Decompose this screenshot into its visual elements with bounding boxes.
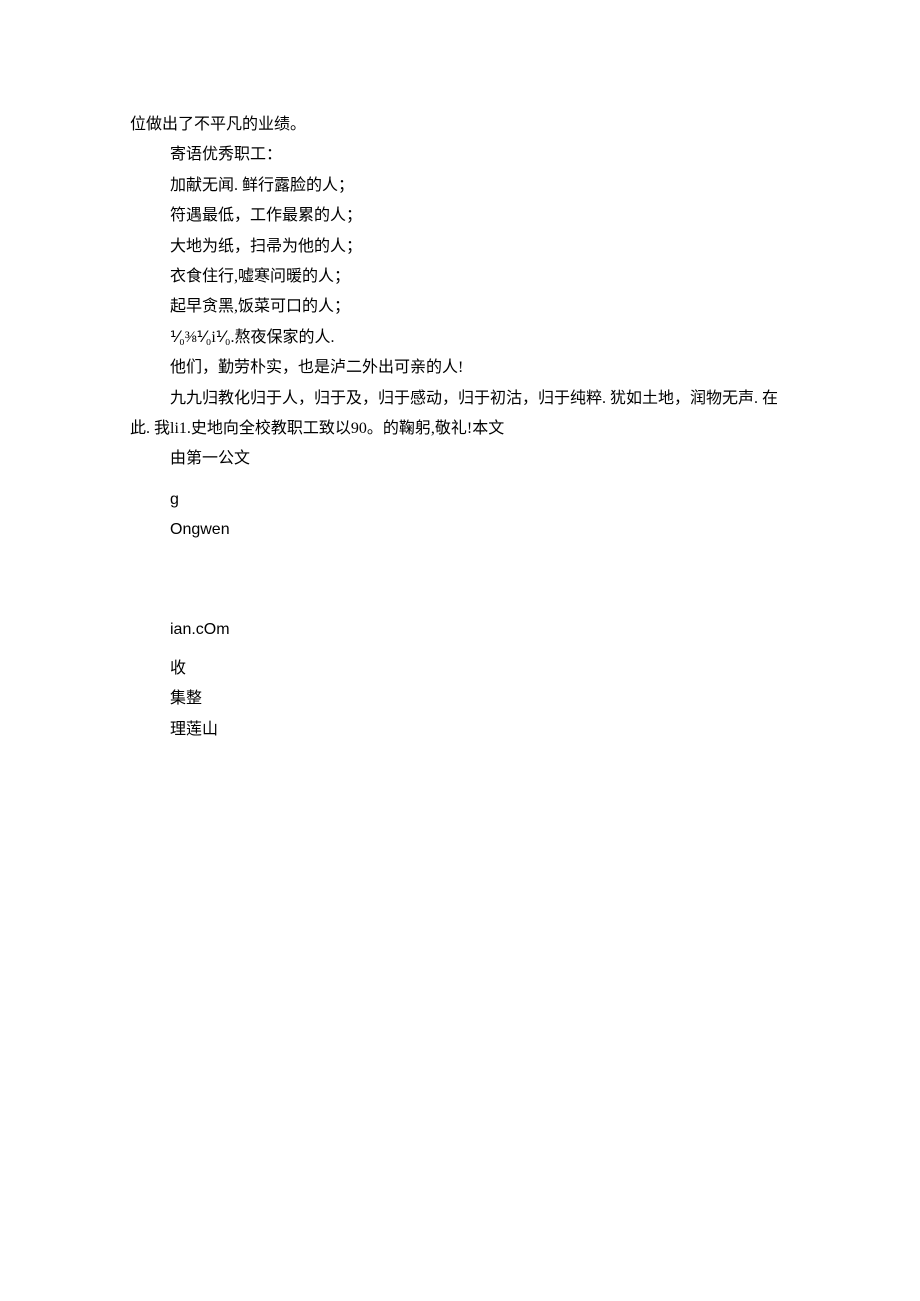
text-line: 九九归教化归于人，归于及，归于感动，归于初沽，归于纯粹. 犹如土地，润物无声. …	[130, 384, 790, 414]
text-line: 大地为纸，扫帚为他的人；	[130, 232, 790, 262]
text-line: 集整	[130, 684, 790, 714]
text-line: 加献无闻. 鲜行露脸的人；	[130, 171, 790, 201]
text-line: 他们，勤劳朴实，也是泸二外出可亲的人!	[130, 353, 790, 383]
text-line: ⅟₀⅜⅟₀i⅟₀.熬夜保家的人.	[130, 323, 790, 353]
text-line: 符遇最低，工作最累的人；	[130, 201, 790, 231]
document-body: 位做出了不平凡的业绩。 寄语优秀职工： 加献无闻. 鲜行露脸的人； 符遇最低，工…	[130, 110, 790, 745]
text-line: 收	[130, 654, 790, 684]
latin-text-line: Ongwen	[130, 515, 790, 545]
text-line: 寄语优秀职工：	[130, 140, 790, 170]
text-line: 位做出了不平凡的业绩。	[130, 110, 790, 140]
text-line: 起早贪黑,饭菜可口的人；	[130, 292, 790, 322]
latin-text-line: ian.cOm	[130, 615, 790, 645]
text-line: 此. 我li1.史地向全校教职工致以90。的鞠躬,敬礼!本文	[130, 414, 790, 444]
text-line: 理莲山	[130, 715, 790, 745]
text-line: 衣食住行,嘘寒问暖的人；	[130, 262, 790, 292]
text-line: 由第一公文	[130, 444, 790, 474]
latin-text-line: g	[130, 485, 790, 515]
